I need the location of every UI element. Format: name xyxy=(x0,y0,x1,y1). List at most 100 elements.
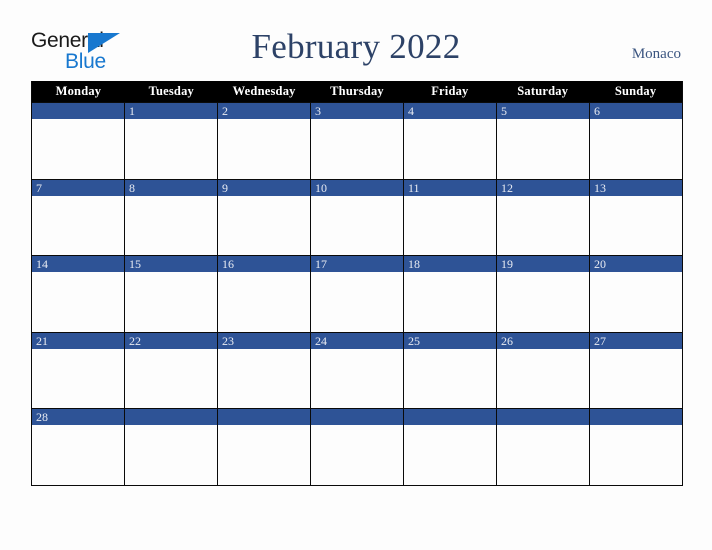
weekday-header-sunday: Sunday xyxy=(614,84,657,98)
day-number: 26 xyxy=(501,333,513,348)
weekday-header-friday: Friday xyxy=(431,84,469,98)
weekday-header-wednesday: Wednesday xyxy=(232,84,296,98)
day-bar: 26 xyxy=(497,332,589,349)
location-label: Monaco xyxy=(631,46,681,62)
day-number: 18 xyxy=(408,257,420,271)
day-cell[interactable]: 19 xyxy=(496,256,589,332)
day-cell[interactable]: 18 xyxy=(403,256,496,332)
day-cell[interactable] xyxy=(310,409,403,485)
day-number: 6 xyxy=(594,104,600,118)
day-cell[interactable] xyxy=(403,409,496,485)
week-row: 21 22 23 24 25 26 27 xyxy=(32,331,682,408)
day-cell[interactable]: 14 xyxy=(32,256,124,332)
day-number: 25 xyxy=(408,333,420,348)
day-number: 17 xyxy=(315,257,327,271)
day-number: 5 xyxy=(501,104,507,118)
day-cell[interactable]: 5 xyxy=(496,103,589,179)
day-number: 3 xyxy=(315,104,321,118)
day-number: 8 xyxy=(129,180,135,195)
day-number: 21 xyxy=(36,333,48,348)
day-number: 15 xyxy=(129,257,141,271)
day-number: 20 xyxy=(594,257,606,271)
day-cell[interactable]: 27 xyxy=(589,332,682,408)
day-cell[interactable]: 8 xyxy=(124,179,217,255)
day-bar xyxy=(311,409,403,425)
day-bar: 10 xyxy=(311,179,403,196)
day-bar: 11 xyxy=(404,179,496,196)
day-number: 19 xyxy=(501,257,513,271)
day-bar: 21 xyxy=(32,332,124,349)
day-number: 12 xyxy=(501,180,513,195)
day-bar xyxy=(497,409,589,425)
day-number: 7 xyxy=(36,180,42,195)
day-bar: 7 xyxy=(32,179,124,196)
day-bar: 15 xyxy=(125,256,217,272)
day-number: 4 xyxy=(408,104,414,118)
day-bar xyxy=(32,103,124,119)
day-cell[interactable]: 4 xyxy=(403,103,496,179)
day-cell[interactable]: 21 xyxy=(32,332,124,408)
day-cell[interactable] xyxy=(496,409,589,485)
day-bar: 24 xyxy=(311,332,403,349)
day-cell[interactable]: 16 xyxy=(217,256,310,332)
weekday-header-saturday: Saturday xyxy=(517,84,569,98)
calendar-grid: Monday Tuesday Wednesday Thursday Friday… xyxy=(31,81,683,486)
day-bar: 18 xyxy=(404,256,496,272)
day-cell[interactable]: 12 xyxy=(496,179,589,255)
day-cell[interactable]: 13 xyxy=(589,179,682,255)
day-cell[interactable]: 17 xyxy=(310,256,403,332)
page-header: General Blue February 2022 Monaco xyxy=(0,0,712,80)
day-cell[interactable]: 2 xyxy=(217,103,310,179)
day-cell[interactable]: 1 xyxy=(124,103,217,179)
day-cell[interactable]: 9 xyxy=(217,179,310,255)
day-cell[interactable]: 24 xyxy=(310,332,403,408)
day-bar: 9 xyxy=(218,179,310,196)
day-cell[interactable]: 22 xyxy=(124,332,217,408)
week-row: 14 15 16 17 18 19 20 xyxy=(32,255,682,332)
day-number: 14 xyxy=(36,257,48,271)
day-cell[interactable]: 6 xyxy=(589,103,682,179)
day-cell[interactable]: 25 xyxy=(403,332,496,408)
day-bar: 20 xyxy=(590,256,682,272)
day-cell[interactable]: 26 xyxy=(496,332,589,408)
day-number: 16 xyxy=(222,257,234,271)
day-bar: 2 xyxy=(218,103,310,119)
day-cell[interactable]: 3 xyxy=(310,103,403,179)
day-cell[interactable]: 20 xyxy=(589,256,682,332)
weekday-header-tuesday: Tuesday xyxy=(148,84,194,98)
weekday-header-row: Monday Tuesday Wednesday Thursday Friday… xyxy=(32,81,682,102)
day-number: 1 xyxy=(129,104,135,118)
day-cell[interactable]: 10 xyxy=(310,179,403,255)
day-bar: 22 xyxy=(125,332,217,349)
week-row: 28 xyxy=(32,408,682,485)
week-row: 7 8 9 10 11 12 13 xyxy=(32,178,682,255)
day-bar: 12 xyxy=(497,179,589,196)
day-cell[interactable]: 15 xyxy=(124,256,217,332)
week-row: 1 2 3 4 5 6 xyxy=(32,102,682,179)
day-bar: 28 xyxy=(32,409,124,425)
day-cell[interactable]: 23 xyxy=(217,332,310,408)
day-cell[interactable]: 11 xyxy=(403,179,496,255)
day-number: 22 xyxy=(129,333,141,348)
day-number: 10 xyxy=(315,180,327,195)
day-bar: 14 xyxy=(32,256,124,272)
day-bar: 19 xyxy=(497,256,589,272)
day-number: 23 xyxy=(222,333,234,348)
day-number: 11 xyxy=(408,180,420,195)
day-cell[interactable]: 28 xyxy=(32,409,124,485)
day-cell[interactable]: 7 xyxy=(32,179,124,255)
day-bar: 25 xyxy=(404,332,496,349)
day-cell[interactable] xyxy=(32,103,124,179)
day-cell[interactable] xyxy=(124,409,217,485)
day-cell[interactable] xyxy=(589,409,682,485)
day-bar: 13 xyxy=(590,179,682,196)
calendar-page: General Blue February 2022 Monaco Monday… xyxy=(0,0,712,550)
day-number: 13 xyxy=(594,180,606,195)
day-bar: 16 xyxy=(218,256,310,272)
day-cell[interactable] xyxy=(217,409,310,485)
day-number: 9 xyxy=(222,180,228,195)
day-bar xyxy=(125,409,217,425)
weekday-header-thursday: Thursday xyxy=(330,84,384,98)
day-bar: 1 xyxy=(125,103,217,119)
day-bar xyxy=(590,409,682,425)
